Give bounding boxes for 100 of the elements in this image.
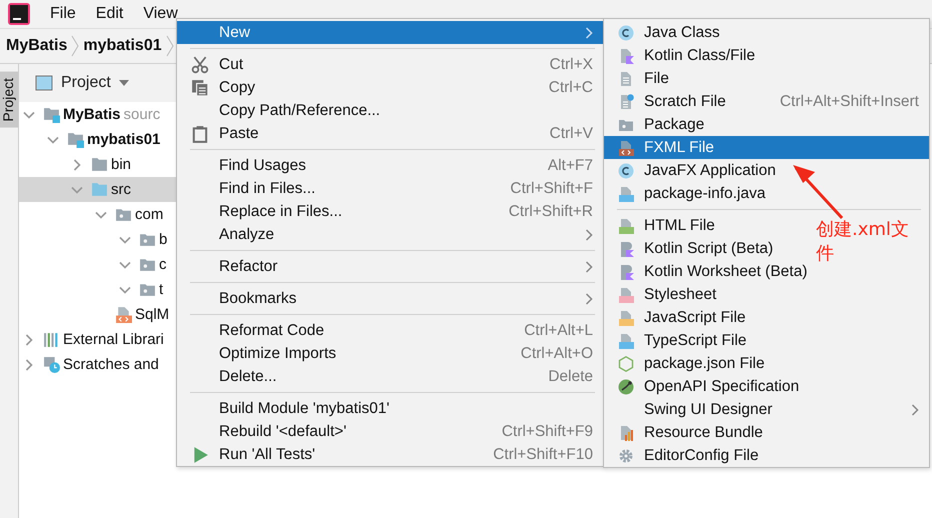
package-icon (139, 281, 156, 298)
scratches-icon (43, 356, 60, 373)
resource-bundle-icon (618, 424, 634, 440)
menu-item[interactable]: New (177, 21, 603, 44)
css-file-icon (618, 286, 634, 302)
chevron-right-icon (166, 35, 174, 57)
menu-item[interactable]: Copy Ctrl+C (177, 76, 603, 99)
tree-item[interactable]: MyBatis sourc (19, 102, 177, 127)
tree-item[interactable]: t (19, 277, 177, 302)
breadcrumb-item[interactable]: MyBatis (6, 37, 68, 55)
menu-item[interactable]: Optimize Imports Ctrl+Alt+O (177, 342, 603, 365)
shortcut-label: Ctrl+Shift+R (508, 202, 593, 220)
menu-item[interactable]: Run 'All Tests' Ctrl+Shift+F10 (177, 443, 603, 466)
breadcrumb-item[interactable]: mybatis01 (83, 37, 162, 55)
menu-item[interactable]: Copy Path/Reference... (177, 99, 390, 122)
tree-item[interactable]: External Librari (19, 327, 177, 352)
menu-item[interactable]: OpenAPI Specification (604, 375, 810, 398)
menu-item[interactable]: Resource Bundle (604, 421, 773, 444)
menu-item[interactable]: File (604, 67, 679, 90)
tree-item-note: sourc (124, 106, 160, 123)
java-file-icon (618, 186, 634, 202)
chevron-right-icon[interactable] (23, 334, 35, 346)
menu-item[interactable]: Analyze (177, 223, 603, 246)
js-file-icon (618, 310, 634, 326)
menu-item[interactable]: JavaFX Application (604, 159, 786, 182)
panel-title[interactable]: Project (61, 74, 111, 92)
shortcut-label: Ctrl+Shift+F9 (500, 422, 593, 440)
package-icon (139, 231, 156, 248)
menu-item[interactable]: Kotlin Class/File (604, 44, 766, 67)
menu-item[interactable]: Kotlin Worksheet (Beta) (604, 260, 818, 283)
menu-item[interactable]: EditorConfig File (604, 444, 769, 467)
shortcut-label: Ctrl+Alt+O (520, 344, 593, 362)
menu-item[interactable]: Edit (90, 5, 130, 23)
menu-item[interactable]: Swing UI Designer (604, 398, 929, 421)
shortcut-label: Alt+F7 (546, 156, 593, 174)
kotlin-script-icon (618, 240, 634, 256)
class-icon (618, 162, 634, 178)
menu-item[interactable]: FXML File (604, 136, 929, 159)
chevron-right-icon (71, 35, 80, 57)
menu-item[interactable]: View (137, 5, 184, 23)
menu-item[interactable]: Reformat Code Ctrl+Alt+L (177, 319, 603, 342)
menu-item[interactable]: File (44, 5, 82, 23)
xml-file-icon (115, 306, 132, 323)
gear-icon (618, 448, 634, 464)
class-icon (618, 24, 634, 40)
tree-item[interactable]: mybatis01 (19, 127, 177, 152)
tree-item[interactable]: Scratches and (19, 352, 177, 377)
nodejs-icon (618, 356, 634, 372)
shortcut-label: Ctrl+V (548, 124, 593, 142)
menu-item[interactable]: Package (604, 113, 714, 136)
app-logo-icon[interactable] (8, 3, 30, 25)
kotlin-file-icon (618, 48, 634, 64)
window-icon (35, 75, 53, 91)
menu-item[interactable]: Scratch File Ctrl+Alt+Shift+Insert (604, 90, 929, 113)
menu-item[interactable]: Find in Files... Ctrl+Shift+F (177, 177, 603, 200)
menu-item[interactable]: JavaScript File (604, 306, 756, 329)
menu-item[interactable]: Delete... Delete (177, 365, 603, 388)
chevron-right-icon[interactable] (23, 358, 35, 370)
chevron-right-icon[interactable] (71, 158, 83, 170)
tree-item[interactable]: bin (19, 152, 177, 177)
file-icon (618, 70, 634, 86)
shortcut-label: Ctrl+Shift+F (509, 180, 593, 198)
folder-icon (91, 156, 108, 173)
menu-item[interactable]: Kotlin Script (Beta) (604, 237, 784, 260)
annotation-text: 创建.xml文件 (816, 218, 910, 266)
menu-item[interactable]: Bookmarks (177, 287, 603, 310)
menu-item[interactable]: package.json File (604, 352, 775, 375)
tree-item[interactable]: SqlM (19, 302, 177, 327)
tree-item[interactable]: b (19, 227, 177, 252)
menu-item[interactable]: Build Module 'mybatis01' (177, 397, 400, 420)
library-icon (43, 331, 60, 348)
scissors-icon (191, 56, 209, 74)
menu-item[interactable]: Rebuild '<default>' Ctrl+Shift+F9 (177, 420, 603, 443)
menu-item[interactable]: package-info.java (604, 182, 776, 205)
shortcut-label: Delete (547, 368, 593, 386)
shortcut-label: Ctrl+X (548, 56, 593, 74)
package-icon (115, 206, 132, 223)
menu-item[interactable]: Find Usages Alt+F7 (177, 154, 603, 177)
menu-item[interactable]: TypeScript File (604, 329, 757, 352)
html-file-icon (618, 218, 634, 234)
shortcut-label: Ctrl+Alt+L (523, 322, 593, 340)
ts-file-icon (618, 332, 634, 348)
project-tab[interactable]: Project (0, 72, 18, 128)
menu-item[interactable]: Stylesheet (604, 283, 726, 306)
menu-item[interactable]: Cut Ctrl+X (177, 53, 603, 76)
menu-item[interactable]: Java Class (604, 21, 730, 44)
tree-item[interactable]: src (19, 177, 177, 202)
shortcut-label: Ctrl+C (548, 78, 593, 96)
package-icon (139, 256, 156, 273)
tree-item[interactable]: com (19, 202, 177, 227)
tree-item[interactable]: c (19, 252, 177, 277)
menu-item[interactable]: Refactor (177, 255, 603, 278)
dropdown-arrow-icon[interactable] (118, 80, 129, 86)
menu-item[interactable]: HTML File (604, 214, 725, 237)
module-folder-icon (67, 131, 84, 148)
menu-item[interactable]: Replace in Files... Ctrl+Shift+R (177, 200, 603, 223)
menu-item[interactable]: Paste Ctrl+V (177, 122, 603, 145)
folder-icon (91, 181, 108, 198)
shortcut-label: Ctrl+Shift+F10 (492, 446, 593, 464)
copy-icon (191, 78, 209, 96)
